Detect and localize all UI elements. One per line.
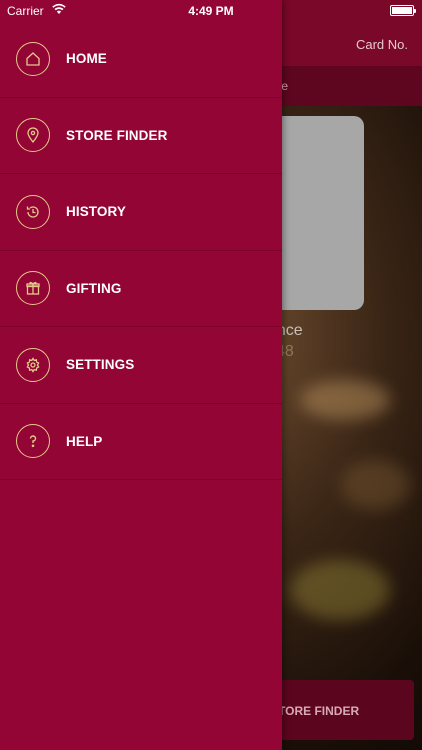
- card-number-label[interactable]: Card No.: [356, 37, 408, 52]
- menu-item-settings[interactable]: SETTINGS: [0, 327, 282, 404]
- background-blur: [340, 460, 410, 510]
- menu-item-label: GIFTING: [66, 280, 122, 296]
- menu-item-help[interactable]: HELP: [0, 404, 282, 480]
- history-icon: [16, 194, 50, 229]
- battery-icon: [390, 5, 416, 16]
- gift-icon: [16, 271, 50, 306]
- menu-item-store-finder[interactable]: STORE FINDER: [0, 98, 282, 174]
- menu-item-gifting[interactable]: GIFTING: [0, 251, 282, 327]
- gear-icon: [16, 347, 50, 382]
- menu-item-label: HELP: [66, 433, 103, 449]
- status-time: 4:49 PM: [188, 4, 234, 18]
- background-blur: [290, 560, 390, 620]
- background-blur: [300, 380, 390, 420]
- menu-item-home[interactable]: HOME: [0, 21, 282, 98]
- menu-item-label: SETTINGS: [66, 357, 135, 373]
- question-icon: [16, 424, 50, 459]
- menu-item-label: HOME: [66, 51, 107, 67]
- menu-item-history[interactable]: HISTORY: [0, 174, 282, 251]
- location-pin-icon: [16, 118, 50, 153]
- menu-item-label: HISTORY: [66, 204, 126, 220]
- drawer-menu: HOME STORE FINDER HISTORY GIFTING SETTIN: [0, 21, 282, 480]
- side-drawer: HOME STORE FINDER HISTORY GIFTING SETTIN: [0, 0, 282, 750]
- status-bar: Carrier 4:49 PM: [0, 0, 422, 22]
- store-finder-button-label: STORE FINDER: [270, 704, 360, 718]
- home-icon: [16, 41, 50, 76]
- menu-item-label: STORE FINDER: [66, 127, 168, 143]
